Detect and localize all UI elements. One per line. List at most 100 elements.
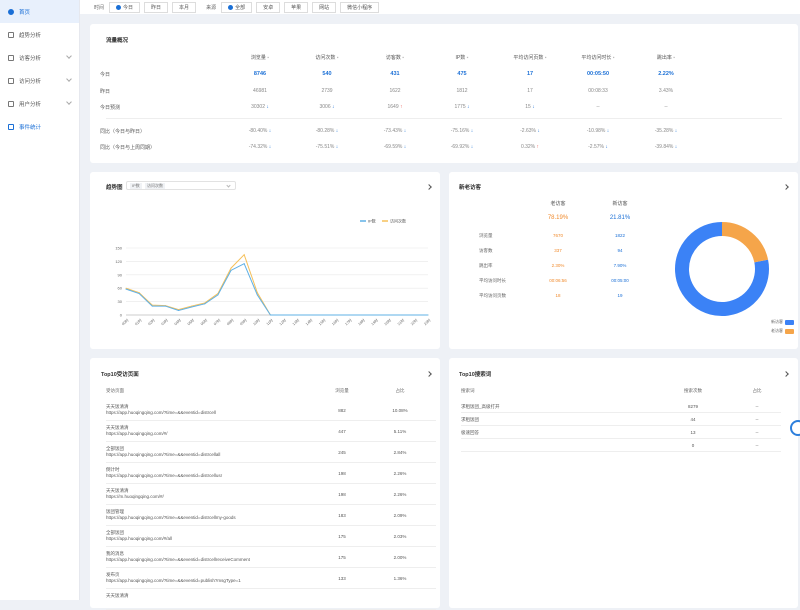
table-row[interactable]: 我的消息 https://app.huoqingqing.com/?time=&&… xyxy=(106,548,436,568)
overview-value: 540 xyxy=(292,71,362,77)
time-option-today[interactable]: 今日 xyxy=(109,1,141,13)
source-option-web[interactable]: 网站 xyxy=(312,1,337,13)
radio-selected-icon xyxy=(116,4,122,10)
user-icon xyxy=(8,100,14,107)
sidebar-item[interactable]: 访问分析 xyxy=(0,69,79,92)
column-label: 平均访问时长 xyxy=(581,55,612,61)
overview-value: -- xyxy=(563,104,633,110)
chevron-down-icon xyxy=(66,53,72,59)
time-option-yesterday[interactable]: 昨日 xyxy=(144,1,169,13)
table-row[interactable]: 求租饭团 44 -- xyxy=(461,414,781,426)
value-text: -75.16% xyxy=(450,128,470,134)
page-percent: 2.00% xyxy=(393,555,407,560)
value-text: -69.92% xyxy=(450,144,470,150)
chevron-right-icon[interactable] xyxy=(426,371,432,377)
source-option-miniprogram[interactable]: 微信小程序 xyxy=(340,1,380,13)
overview-value: -73.43% ↓ xyxy=(360,128,430,134)
x-tick-label: 20时 xyxy=(383,317,392,326)
keyword-percent: -- xyxy=(755,430,759,435)
arrow-down-icon: ↓ xyxy=(330,104,335,110)
overview-value: -10.98% ↓ xyxy=(563,128,633,134)
sidebar-item-label: 事件统计 xyxy=(19,124,42,131)
value-text: 30302 xyxy=(251,104,265,110)
column-label: 访问次数 xyxy=(315,55,336,61)
x-tick-label: 23时 xyxy=(423,317,432,326)
floating-help-button[interactable] xyxy=(790,420,800,436)
table-row[interactable]: 天天饭清清 xyxy=(106,590,436,610)
table-row[interactable]: 天天饭清清 https://app.huoqingqing.com/#/447 5.… xyxy=(106,422,436,442)
source-option-android[interactable]: 安卓 xyxy=(256,1,281,13)
sidebar-item[interactable]: 用户分析 xyxy=(0,92,79,115)
table-row[interactable]: 0 -- xyxy=(461,440,781,452)
table-row[interactable]: 求租饭团_高级打开 8279 -- xyxy=(461,401,781,413)
overview-value: -35.28% ↓ xyxy=(631,128,701,134)
x-tick-label: 06时 xyxy=(199,317,208,326)
value-text: 17 xyxy=(526,71,534,77)
overview-value: -39.84% ↓ xyxy=(631,144,701,150)
time-filter-label: 时间 xyxy=(94,4,105,11)
table-row[interactable]: 发布页 https://app.huoqingqing.com/?time=&&e… xyxy=(106,569,436,589)
chevron-right-icon[interactable] xyxy=(783,371,789,377)
column-label: IP数 xyxy=(455,55,466,61)
page-views: 183 xyxy=(338,513,346,518)
x-tick-label: 02时 xyxy=(147,317,156,326)
table-row[interactable]: 全部饭团 https://app.huoqingqing.com/?time=&&… xyxy=(106,443,436,463)
overview-column-header[interactable]: 浏览量 ▪ xyxy=(225,54,295,61)
donut-legend: 新访客 老访客 xyxy=(749,319,794,334)
overview-value: -2.63% ↓ xyxy=(495,128,565,134)
access-icon xyxy=(8,77,14,84)
sidebar-item[interactable]: 首页 xyxy=(0,0,79,23)
overview-column-header[interactable]: 访客数 ▪ xyxy=(360,54,430,61)
time-option-month[interactable]: 本月 xyxy=(172,1,197,13)
arrow-down-icon: ↓ xyxy=(267,144,272,150)
keyword-text: 极速回答 xyxy=(461,430,479,435)
source-option-all[interactable]: 全部 xyxy=(221,1,253,13)
page-views: 175 xyxy=(338,534,346,539)
value-text: 1622 xyxy=(389,88,401,94)
overview-value: -80.28% ↓ xyxy=(292,128,362,134)
overview-column-header[interactable]: 平均访问页数 ▪ xyxy=(495,54,565,61)
overview-column-header[interactable]: 访问次数 ▪ xyxy=(292,54,362,61)
y-tick-label: 0 xyxy=(120,313,123,318)
help-icon: ▪ xyxy=(265,55,270,61)
data-point xyxy=(414,314,416,316)
sidebar-item[interactable]: 事件统计 xyxy=(0,115,79,138)
page-percent: 10.08% xyxy=(392,408,408,413)
value-text: -- xyxy=(664,104,668,110)
data-point xyxy=(151,305,153,307)
page-views: 175 xyxy=(338,555,346,560)
sidebar-item[interactable]: 访客分析 xyxy=(0,46,79,69)
overview-value: 1775 ↓ xyxy=(427,104,497,110)
data-point xyxy=(243,254,245,256)
sidebar-item[interactable]: 趋势分析 xyxy=(0,23,79,46)
table-row[interactable]: 天天饭清清 https://app.huoqingqing.com/?time=&… xyxy=(106,401,436,421)
overview-column-header[interactable]: 平均访问时长 ▪ xyxy=(563,54,633,61)
source-option-ios[interactable]: 苹果 xyxy=(284,1,309,13)
table-row[interactable]: 全部饭团 https://app.huoqingqing.com/#/all 175… xyxy=(106,527,436,547)
data-point xyxy=(178,310,180,312)
series-line xyxy=(125,253,428,316)
overview-value: 46981 xyxy=(225,88,295,94)
x-tick-label: 00时 xyxy=(121,317,130,326)
overview-column-header[interactable]: 跳出率 ▪ xyxy=(631,54,701,61)
data-point xyxy=(164,305,166,307)
value-text: -74.32% xyxy=(248,144,268,150)
table-row[interactable]: 倒计时 https://app.huoqingqing.com/?time=&&e… xyxy=(106,464,436,484)
overview-column-header[interactable]: IP数 ▪ xyxy=(427,54,497,61)
overview-row-label: 昨日 xyxy=(100,89,111,95)
overview-value: -75.16% ↓ xyxy=(427,128,497,134)
source-filter-label: 来源 xyxy=(206,4,217,11)
sidebar: 首页 趋势分析访客分析访问分析 用户分析事件统计 xyxy=(0,0,80,600)
overview-row: 今日预测 30302 ↓ 3006 ↓ 1649 ↑ 1775 ↓ 15 ↓ -- -- xyxy=(90,104,798,116)
table-row[interactable]: 天天饭清清 https://m.huoqingqing.com/#/198 2.26… xyxy=(106,485,436,505)
arrow-down-icon: ↓ xyxy=(673,128,678,134)
sidebar-item-label: 访客分析 xyxy=(19,55,42,62)
keyword-text: 求租饭团 xyxy=(461,417,479,422)
keyword-count: 8279 xyxy=(687,404,698,409)
data-point xyxy=(230,267,232,269)
data-point xyxy=(374,314,376,316)
table-row[interactable]: 饭团管理 https://app.huoqingqing.com/?time=&&… xyxy=(106,506,436,526)
value-text: -75.51% xyxy=(315,144,335,150)
data-point xyxy=(283,314,285,316)
table-row[interactable]: 极速回答 13 -- xyxy=(461,427,781,439)
